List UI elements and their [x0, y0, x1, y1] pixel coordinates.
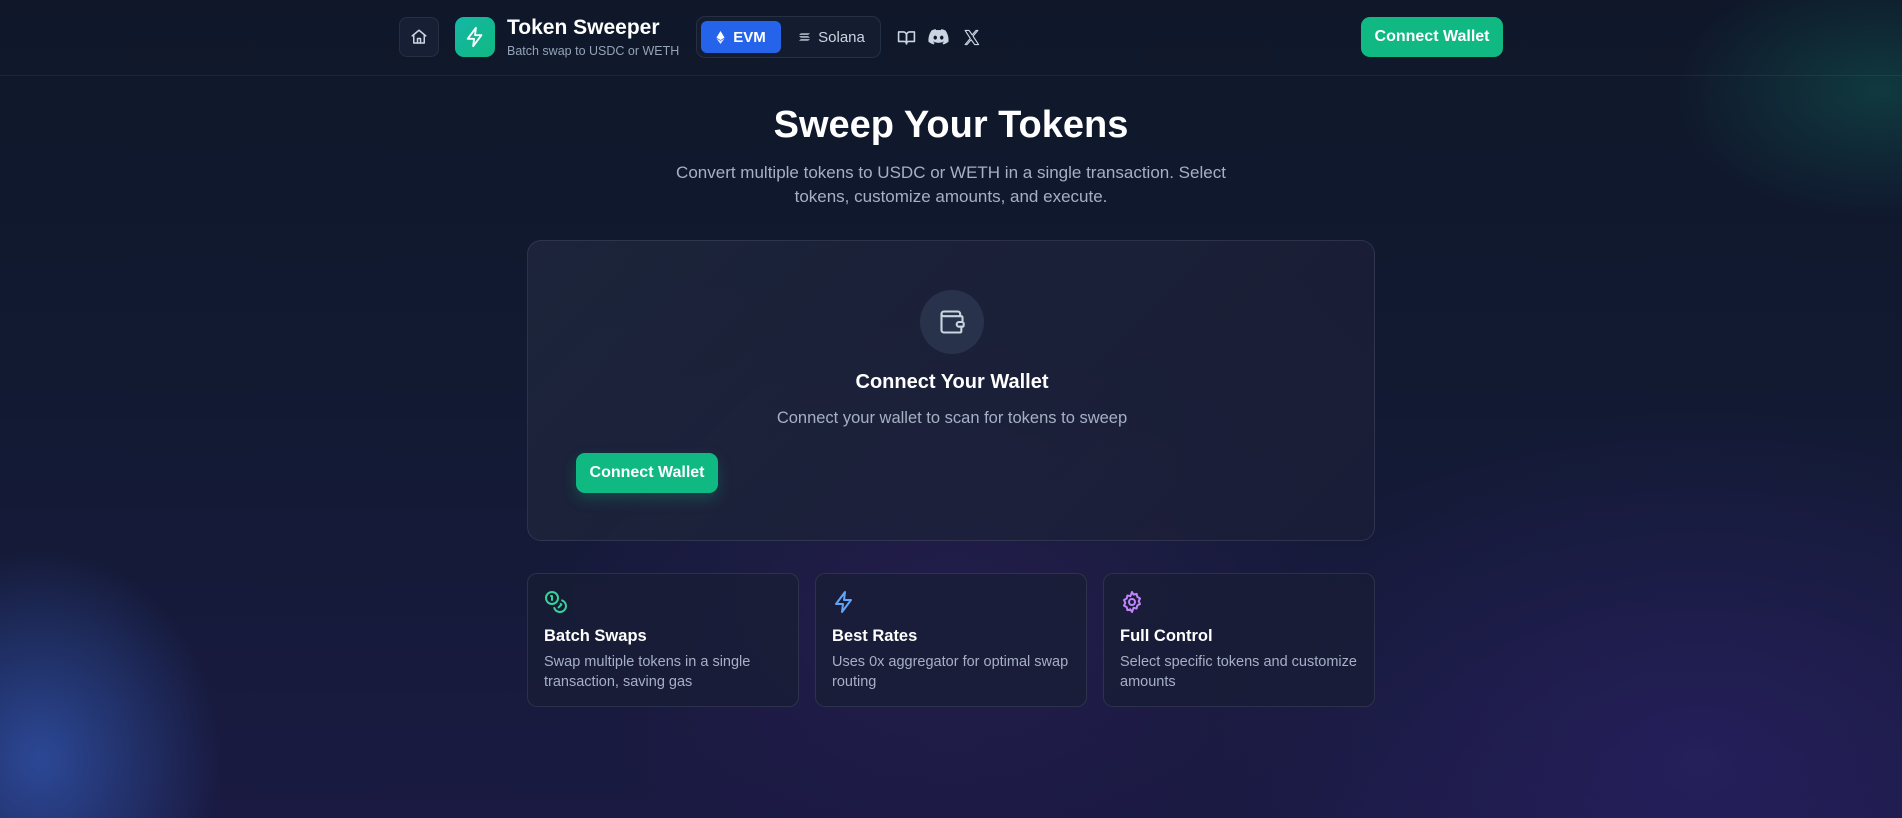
app-logo[interactable] — [455, 17, 495, 57]
top-header: Token Sweeper Batch swap to USDC or WETH… — [0, 0, 1902, 76]
ethereum-icon — [716, 30, 725, 44]
zap-icon — [466, 26, 483, 48]
home-button[interactable] — [399, 17, 439, 57]
zap-icon — [835, 591, 852, 613]
page-title: Sweep Your Tokens — [773, 104, 1129, 146]
brand-subtitle: Batch swap to USDC or WETH — [507, 44, 680, 58]
x-link[interactable] — [960, 26, 982, 48]
brand-title: Token Sweeper — [507, 16, 660, 39]
discord-icon — [927, 29, 949, 45]
wallet-icon-circle — [920, 290, 984, 354]
chain-option-evm[interactable]: EVM — [701, 21, 781, 53]
connect-wallet-button[interactable]: Connect Wallet — [576, 453, 718, 493]
chain-option-label: Solana — [818, 28, 865, 46]
coins-icon — [545, 591, 567, 613]
chain-toggle: EVM Solana — [696, 16, 881, 58]
feature-card-batch-swaps: Batch Swaps Swap multiple tokens in a si… — [527, 573, 799, 707]
chain-option-solana[interactable]: Solana — [789, 21, 875, 53]
feature-card-best-rates: Best Rates Uses 0x aggregator for optima… — [815, 573, 1087, 707]
chain-option-label: EVM — [733, 28, 766, 46]
connect-card-title: Connect Your Wallet — [855, 371, 1049, 393]
feature-description: Uses 0x aggregator for optimal swap rout… — [832, 654, 1069, 690]
docs-book-icon — [897, 30, 915, 45]
feature-title: Best Rates — [832, 627, 918, 645]
x-icon — [964, 29, 979, 45]
docs-link[interactable] — [895, 26, 917, 48]
solana-icon — [799, 33, 811, 41]
connect-wallet-card: Connect Your Wallet Connect your wallet … — [527, 240, 1375, 541]
page-subtitle: Convert multiple tokens to USDC or WETH … — [676, 163, 1226, 206]
feature-description: Swap multiple tokens in a single transac… — [544, 654, 751, 690]
feature-title: Full Control — [1120, 627, 1213, 645]
feature-title: Batch Swaps — [544, 627, 647, 645]
wallet-icon — [940, 310, 965, 334]
header-connect-wallet-button[interactable]: Connect Wallet — [1361, 17, 1503, 57]
feature-description: Select specific tokens and customize amo… — [1120, 654, 1357, 690]
discord-link[interactable] — [927, 26, 949, 48]
home-icon — [411, 29, 427, 44]
feature-card-full-control: Full Control Select specific tokens and … — [1103, 573, 1375, 707]
connect-card-subtitle: Connect your wallet to scan for tokens t… — [776, 409, 1128, 427]
settings-icon — [1123, 591, 1141, 613]
